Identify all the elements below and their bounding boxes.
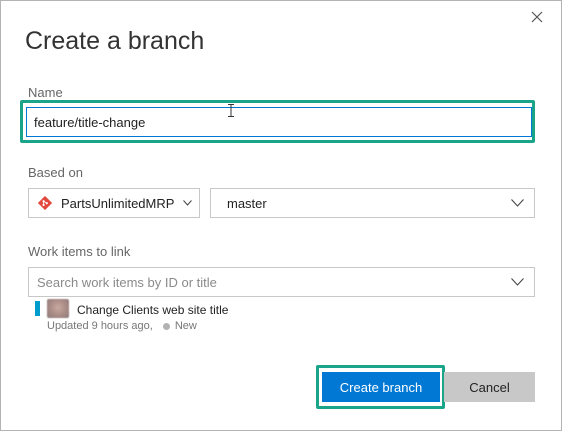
- work-item-type-bar: [35, 301, 40, 316]
- state-dot-icon: [162, 322, 170, 330]
- text-cursor-icon: [228, 104, 234, 117]
- based-on-label: Based on: [28, 165, 83, 180]
- create-branch-dialog: Create a branch Name Based on PartsUnlim…: [0, 0, 562, 431]
- avatar: [47, 299, 69, 318]
- base-branch-name: master: [227, 195, 267, 211]
- linked-work-item-title[interactable]: Change Clients web site title: [77, 303, 228, 317]
- name-label: Name: [28, 85, 63, 100]
- linked-work-item-meta: Updated 9 hours ago, New: [47, 319, 197, 333]
- work-item-updated: Updated 9 hours ago,: [47, 320, 153, 332]
- close-icon: [531, 11, 543, 23]
- branch-name-input[interactable]: [26, 107, 532, 137]
- close-button[interactable]: [527, 7, 547, 27]
- repository-dropdown[interactable]: PartsUnlimitedMRP: [28, 188, 200, 218]
- work-item-search-placeholder: Search work items by ID or title: [37, 274, 217, 290]
- work-items-label: Work items to link: [28, 244, 131, 259]
- chevron-down-icon: [183, 200, 192, 206]
- work-item-state: New: [174, 320, 197, 332]
- base-branch-dropdown[interactable]: master: [210, 188, 535, 218]
- cancel-button[interactable]: Cancel: [444, 372, 535, 402]
- work-item-search-input[interactable]: Search work items by ID or title: [28, 267, 535, 297]
- chevron-down-icon: [511, 199, 524, 207]
- repository-name: PartsUnlimitedMRP: [61, 195, 175, 211]
- dialog-title: Create a branch: [25, 27, 205, 55]
- git-icon: [38, 196, 52, 210]
- create-branch-button[interactable]: Create branch: [322, 372, 440, 402]
- chevron-down-icon: [511, 278, 524, 286]
